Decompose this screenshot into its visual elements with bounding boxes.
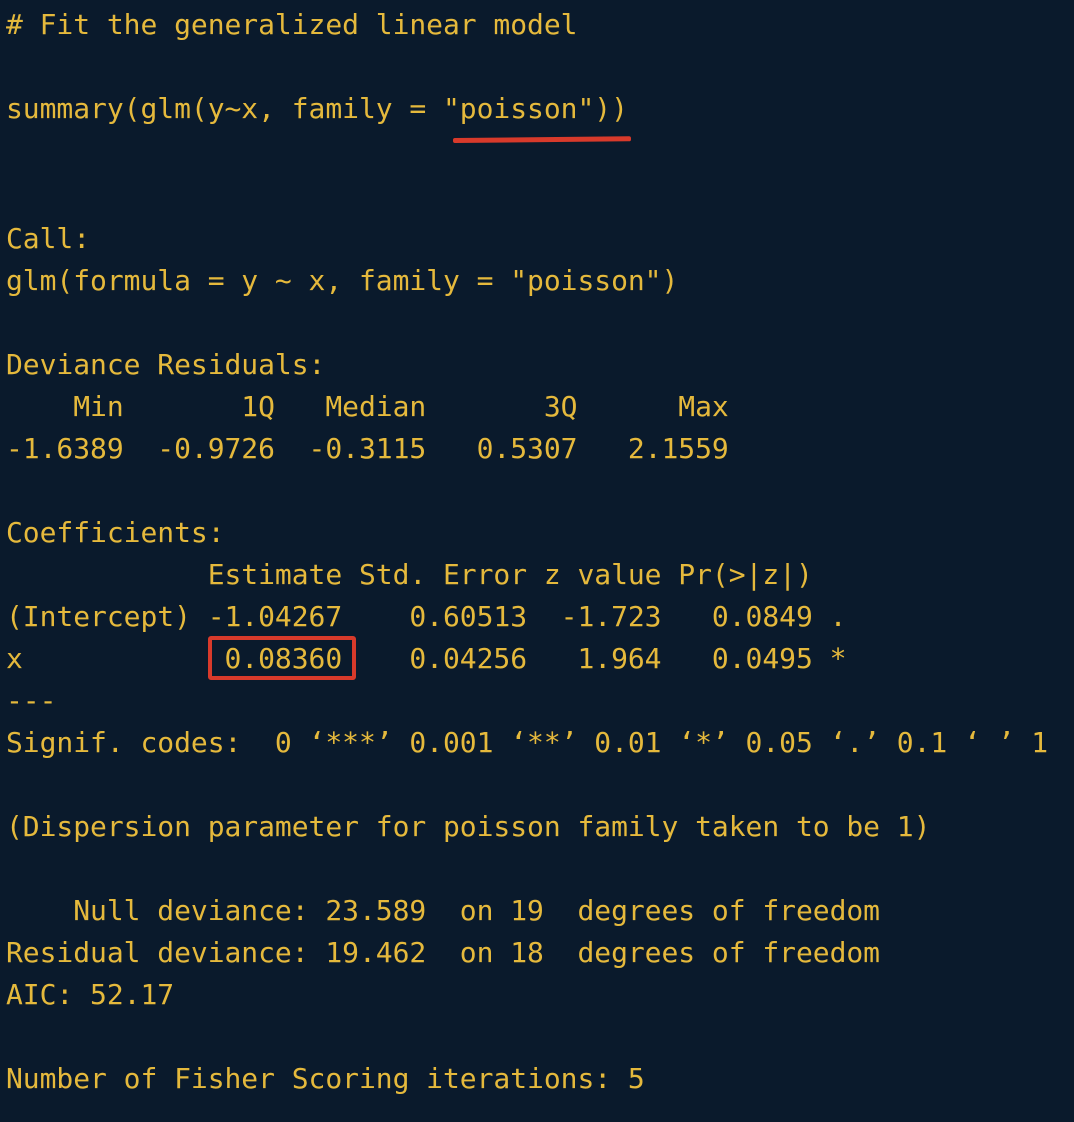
comment-line: # Fit the generalized linear model xyxy=(6,8,578,41)
signif-codes-line: Signif. codes: 0 ‘***’ 0.001 ‘**’ 0.01 ‘… xyxy=(6,726,1049,759)
residuals-values: -1.6389 -0.9726 -0.3115 0.5307 2.1559 xyxy=(6,432,763,465)
x-coefficient-row: x 0.08360 0.04256 1.964 0.0495 * xyxy=(6,642,847,675)
summary-command-line: summary(glm(y~x, family = "poisson")) xyxy=(6,92,628,125)
call-formula-line: glm(formula = y ~ x, family = "poisson") xyxy=(6,264,679,297)
call-header: Call: xyxy=(6,222,91,255)
intercept-row: (Intercept) -1.04267 0.60513 -1.723 0.08… xyxy=(6,600,847,633)
residual-deviance-line: Residual deviance: 19.462 on 18 degrees … xyxy=(6,936,880,969)
aic-line: AIC: 52.17 xyxy=(6,978,175,1011)
null-deviance-line: Null deviance: 23.589 on 19 degrees of f… xyxy=(6,894,880,927)
fisher-iterations-line: Number of Fisher Scoring iterations: 5 xyxy=(6,1062,645,1095)
dispersion-line: (Dispersion parameter for poisson family… xyxy=(6,810,931,843)
separator-line: --- xyxy=(6,684,57,717)
coefficients-column-headers: Estimate Std. Error z value Pr(>|z|) xyxy=(6,558,847,591)
deviance-residuals-header: Deviance Residuals: xyxy=(6,348,326,381)
r-console-output: # Fit the generalized linear model summa… xyxy=(0,0,1074,1122)
coefficients-header: Coefficients: xyxy=(6,516,225,549)
estimate-highlight-box xyxy=(208,636,356,680)
residuals-column-headers: Min 1Q Median 3Q Max xyxy=(6,390,763,423)
poisson-underline-annotation xyxy=(452,136,632,143)
